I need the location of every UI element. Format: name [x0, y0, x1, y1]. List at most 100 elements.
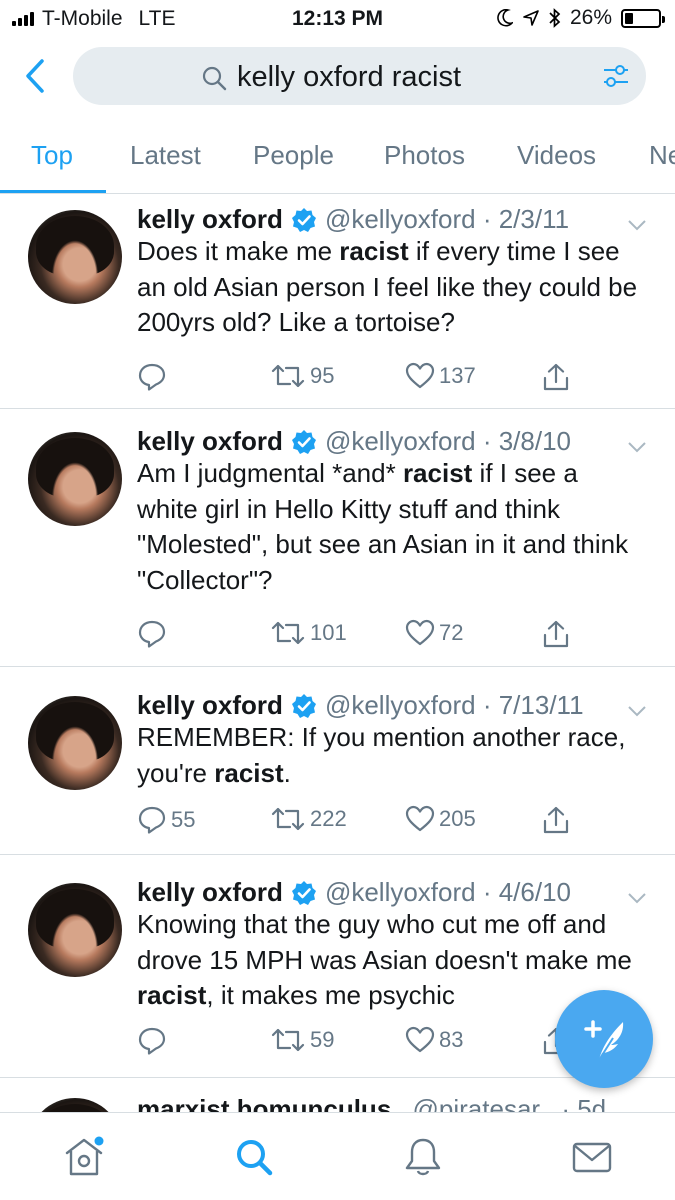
tab-top[interactable]: Top: [31, 140, 73, 171]
author-name[interactable]: kelly oxford: [137, 877, 283, 908]
tweet-text: Am I judgmental *and* racist if I see a …: [137, 456, 642, 598]
tweet-text-segment: REMEMBER: If you mention another race, y…: [137, 722, 626, 788]
avatar[interactable]: [28, 696, 122, 790]
heart-icon: [405, 619, 435, 646]
like-button[interactable]: 83: [405, 1026, 463, 1054]
share-button[interactable]: [542, 619, 570, 649]
author-handle[interactable]: @kellyoxford: [325, 204, 476, 235]
reply-button[interactable]: 55: [137, 805, 195, 835]
tweet-text: REMEMBER: If you mention another race, y…: [137, 720, 642, 791]
tweet-text-segment: Am I judgmental *and*: [137, 458, 403, 488]
filter-sliders-icon[interactable]: [602, 63, 630, 89]
reply-button[interactable]: [137, 1026, 171, 1056]
search-query: kelly oxford racist: [237, 61, 462, 93]
avatar[interactable]: [28, 883, 122, 977]
reply-count: 55: [171, 807, 196, 832]
verified-badge-icon: [291, 207, 316, 232]
author-handle[interactable]: @kellyoxford: [325, 877, 476, 908]
reply-icon: [138, 1027, 166, 1055]
tweet-text-segment: Knowing that the guy who cut me off and …: [137, 909, 632, 975]
like-count: 205: [439, 806, 476, 831]
tweet-actions: 101 72: [137, 619, 637, 653]
tab-videos[interactable]: Videos: [517, 140, 596, 171]
tweet[interactable]: kelly oxford @kellyoxford · 7/13/11 REME…: [0, 667, 675, 855]
moon-icon: [497, 9, 513, 27]
chevron-down-icon[interactable]: [627, 704, 647, 718]
retweet-count: 59: [310, 1027, 335, 1052]
search-term-highlight: racist: [402, 458, 473, 488]
dot-separator: ·: [475, 204, 499, 234]
heart-icon: [405, 1026, 435, 1053]
location-arrow-icon: [523, 10, 539, 26]
share-icon: [543, 620, 569, 648]
bell-icon[interactable]: [401, 1135, 445, 1179]
share-icon: [543, 363, 569, 391]
back-chevron-icon[interactable]: [20, 58, 50, 94]
battery-percent: 26%: [569, 6, 612, 29]
heart-icon: [405, 362, 435, 389]
compose-tweet-button[interactable]: [555, 990, 653, 1088]
tab-people[interactable]: People: [253, 140, 334, 171]
verified-badge-icon: [291, 693, 316, 718]
author-handle[interactable]: @kellyoxford: [325, 690, 476, 721]
reply-icon: [138, 620, 166, 648]
like-button[interactable]: 205: [405, 805, 476, 833]
share-button[interactable]: [542, 362, 570, 392]
retweet-count: 95: [310, 363, 335, 388]
avatar[interactable]: [28, 432, 122, 526]
retweet-icon: [271, 1028, 305, 1052]
like-button[interactable]: 137: [405, 362, 476, 390]
like-button[interactable]: 72: [405, 619, 463, 647]
author-name[interactable]: kelly oxford: [137, 426, 283, 457]
like-count: 137: [439, 363, 476, 388]
tweet[interactable]: kelly oxford @kellyoxford · 2/3/11 Does …: [0, 196, 675, 409]
home-icon[interactable]: [62, 1135, 106, 1179]
search-input[interactable]: kelly oxford racist: [73, 47, 646, 105]
tab-photos[interactable]: Photos: [384, 140, 465, 171]
tweet-text-segment: .: [283, 757, 291, 788]
tab-news[interactable]: Ne: [649, 140, 675, 171]
author-name[interactable]: kelly oxford: [137, 690, 283, 721]
envelope-icon[interactable]: [570, 1135, 614, 1179]
tweet-date: 2/3/11: [498, 204, 570, 234]
retweet-button[interactable]: 59: [270, 1026, 334, 1054]
retweet-icon: [271, 807, 305, 831]
bluetooth-icon: [549, 8, 561, 28]
retweet-icon: [271, 621, 305, 645]
search-icon[interactable]: [232, 1135, 276, 1179]
avatar[interactable]: [28, 210, 122, 304]
author-name[interactable]: kelly oxford: [137, 204, 283, 235]
search-term-highlight: racist: [214, 757, 284, 788]
retweet-button[interactable]: 95: [270, 362, 334, 390]
dot-separator: ·: [475, 426, 499, 456]
tweet-text-segment: , it makes me psychic: [206, 980, 455, 1010]
like-count: 83: [439, 1027, 464, 1052]
share-button[interactable]: [542, 805, 570, 835]
reply-button[interactable]: [137, 362, 171, 392]
reply-button[interactable]: [137, 619, 171, 649]
tweet-text-segment: Does it make me: [137, 236, 340, 266]
like-count: 72: [439, 620, 464, 645]
author-handle[interactable]: @kellyoxford: [325, 426, 476, 457]
reply-icon: [138, 363, 166, 391]
reply-icon: [138, 806, 166, 834]
dot-separator: ·: [475, 690, 499, 720]
retweet-icon: [271, 364, 305, 388]
search-icon: [202, 66, 227, 90]
active-tab-indicator: [0, 190, 106, 193]
retweet-button[interactable]: 222: [270, 805, 347, 833]
chevron-down-icon[interactable]: [627, 218, 647, 232]
retweet-count: 222: [310, 806, 347, 831]
tweet-date: 4/6/10: [498, 877, 572, 907]
search-term-highlight: racist: [137, 980, 207, 1010]
tweet[interactable]: kelly oxford @kellyoxford · 3/8/10 Am I …: [0, 409, 675, 667]
search-term-highlight: racist: [339, 236, 409, 266]
tab-latest[interactable]: Latest: [130, 140, 201, 171]
compose-tweet-icon: [584, 1020, 624, 1061]
tweet-actions: 55 222 205: [137, 805, 637, 839]
chevron-down-icon[interactable]: [627, 891, 647, 905]
chevron-down-icon[interactable]: [627, 440, 647, 454]
verified-badge-icon: [291, 880, 316, 905]
dot-separator: ·: [475, 877, 499, 907]
retweet-button[interactable]: 101: [270, 619, 347, 647]
